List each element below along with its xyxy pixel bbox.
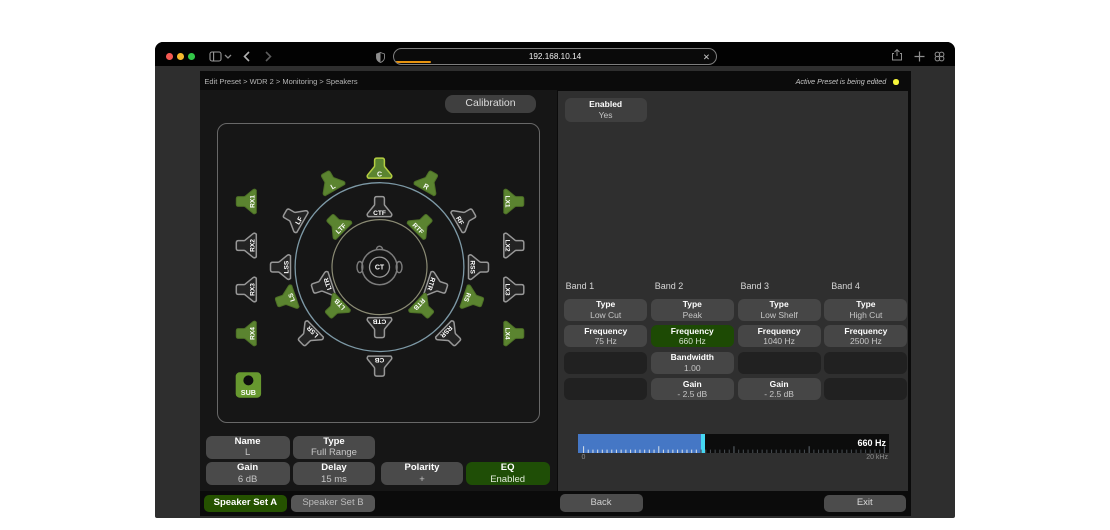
svg-text:CT: CT [375, 264, 385, 271]
svg-text:CTB: CTB [372, 317, 386, 324]
svg-text:RX2: RX2 [250, 238, 257, 251]
svg-text:RX3: RX3 [250, 282, 257, 295]
svg-text:C: C [377, 171, 382, 178]
svg-text:LX2: LX2 [504, 239, 511, 251]
svg-text:LX3: LX3 [504, 283, 511, 295]
svg-text:LX4: LX4 [504, 327, 511, 339]
svg-text:RSS: RSS [468, 260, 475, 274]
svg-text:CTF: CTF [373, 209, 386, 216]
svg-text:SUB: SUB [241, 387, 256, 396]
svg-text:RX1: RX1 [250, 194, 257, 207]
svg-text:CB: CB [375, 355, 385, 362]
svg-text:LX1: LX1 [504, 195, 511, 207]
svg-text:LSS: LSS [284, 260, 291, 273]
svg-text:RX4: RX4 [250, 326, 257, 339]
